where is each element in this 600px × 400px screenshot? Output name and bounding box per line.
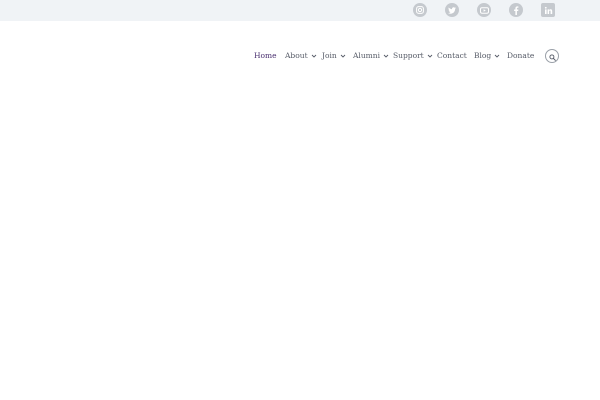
page-content xyxy=(0,80,600,400)
chevron-down-icon xyxy=(427,53,433,59)
youtube-icon[interactable] xyxy=(477,3,491,17)
nav-item-label: Blog xyxy=(474,51,492,60)
search-button[interactable] xyxy=(545,49,559,63)
instagram-icon[interactable] xyxy=(413,3,427,17)
nav-item-label: Contact xyxy=(437,51,467,60)
nav-item-blog[interactable]: Blog xyxy=(474,49,500,63)
top-bar xyxy=(0,0,600,21)
search-icon xyxy=(548,49,556,64)
chevron-down-icon xyxy=(383,53,389,59)
nav-item-label: Home xyxy=(254,51,277,60)
chevron-down-icon xyxy=(494,53,500,59)
facebook-icon[interactable] xyxy=(509,3,523,17)
nav-item-donate[interactable]: Donate xyxy=(507,49,534,63)
nav-item-label: Support xyxy=(393,51,424,60)
nav-item-label: Alumni xyxy=(353,51,380,60)
nav-item-label: Donate xyxy=(507,51,535,60)
nav-item-contact[interactable]: Contact xyxy=(437,49,467,63)
chevron-down-icon xyxy=(311,53,317,59)
chevron-down-icon xyxy=(340,53,346,59)
nav-item-label: Join xyxy=(322,51,337,60)
main-navigation: Home About Join Alumni Support Contact B… xyxy=(0,49,600,63)
twitter-icon[interactable] xyxy=(445,3,459,17)
nav-item-about[interactable]: About xyxy=(285,49,317,63)
nav-item-join[interactable]: Join xyxy=(322,49,346,63)
linkedin-icon[interactable] xyxy=(541,3,555,17)
nav-item-support[interactable]: Support xyxy=(393,49,433,63)
nav-item-alumni[interactable]: Alumni xyxy=(353,49,389,63)
nav-item-label: About xyxy=(285,51,308,60)
nav-item-home[interactable]: Home xyxy=(254,49,277,63)
